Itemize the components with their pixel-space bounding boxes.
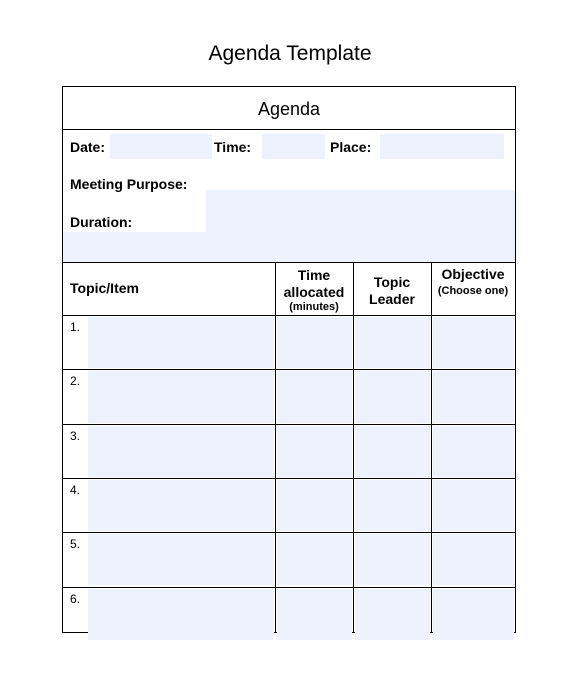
- row-number: 5.: [70, 537, 81, 552]
- leader-cell[interactable]: [355, 479, 430, 532]
- topic-cell[interactable]: [88, 534, 274, 586]
- form-header: Agenda: [63, 87, 515, 130]
- date-field[interactable]: [110, 134, 212, 159]
- leader-cell[interactable]: [355, 534, 430, 586]
- row-divider: [63, 477, 515, 479]
- row-number: 3.: [70, 428, 81, 443]
- column-divider: [275, 262, 276, 632]
- date-label: Date:: [70, 139, 106, 155]
- objective-cell[interactable]: [433, 317, 514, 369]
- row-number: 2.: [70, 374, 81, 389]
- row-divider: [63, 586, 515, 588]
- column-header-objective: Objective (Choose one): [437, 266, 509, 297]
- leader-cell[interactable]: [355, 588, 430, 640]
- column-header-topic: Topic/Item: [70, 280, 139, 296]
- topic-cell[interactable]: [88, 371, 274, 423]
- place-label: Place:: [330, 139, 372, 155]
- meeting-purpose-label: Meeting Purpose:: [70, 176, 188, 192]
- row-divider: [63, 423, 515, 425]
- topic-cell[interactable]: [88, 479, 274, 532]
- page-title: Agenda Template: [208, 42, 372, 65]
- leader-cell[interactable]: [355, 317, 430, 369]
- column-header-time: Time allocated (minutes): [283, 267, 345, 313]
- duration-field[interactable]: [63, 232, 515, 262]
- time-cell[interactable]: [277, 425, 352, 477]
- row-divider: [63, 315, 515, 316]
- topic-cell[interactable]: [88, 317, 274, 369]
- time-label: Time:: [214, 139, 252, 155]
- time-cell[interactable]: [277, 317, 352, 369]
- objective-cell[interactable]: [433, 479, 514, 532]
- objective-cell[interactable]: [433, 425, 514, 477]
- topic-cell[interactable]: [88, 425, 274, 477]
- row-divider: [63, 532, 515, 534]
- time-cell[interactable]: [277, 534, 352, 586]
- row-number: 4.: [70, 482, 81, 497]
- place-field[interactable]: [380, 134, 504, 159]
- time-field[interactable]: [262, 134, 325, 159]
- time-cell[interactable]: [277, 371, 352, 423]
- column-divider: [431, 262, 432, 632]
- column-divider: [353, 262, 354, 632]
- table-top-border: [63, 262, 515, 263]
- objective-cell[interactable]: [433, 371, 514, 423]
- row-number: 1.: [70, 320, 81, 334]
- row-number: 6.: [70, 591, 81, 606]
- leader-cell[interactable]: [355, 425, 430, 477]
- agenda-form: Agenda Date: Time: Place: Meeting Purpos…: [62, 86, 516, 640]
- time-cell[interactable]: [277, 588, 352, 640]
- leader-cell[interactable]: [355, 371, 430, 423]
- row-divider: [63, 369, 515, 371]
- topic-cell[interactable]: [88, 588, 274, 640]
- time-cell[interactable]: [277, 479, 352, 532]
- objective-cell[interactable]: [433, 588, 514, 640]
- column-header-leader: Topic Leader: [369, 274, 415, 307]
- duration-label: Duration:: [70, 213, 136, 232]
- objective-cell[interactable]: [433, 534, 514, 586]
